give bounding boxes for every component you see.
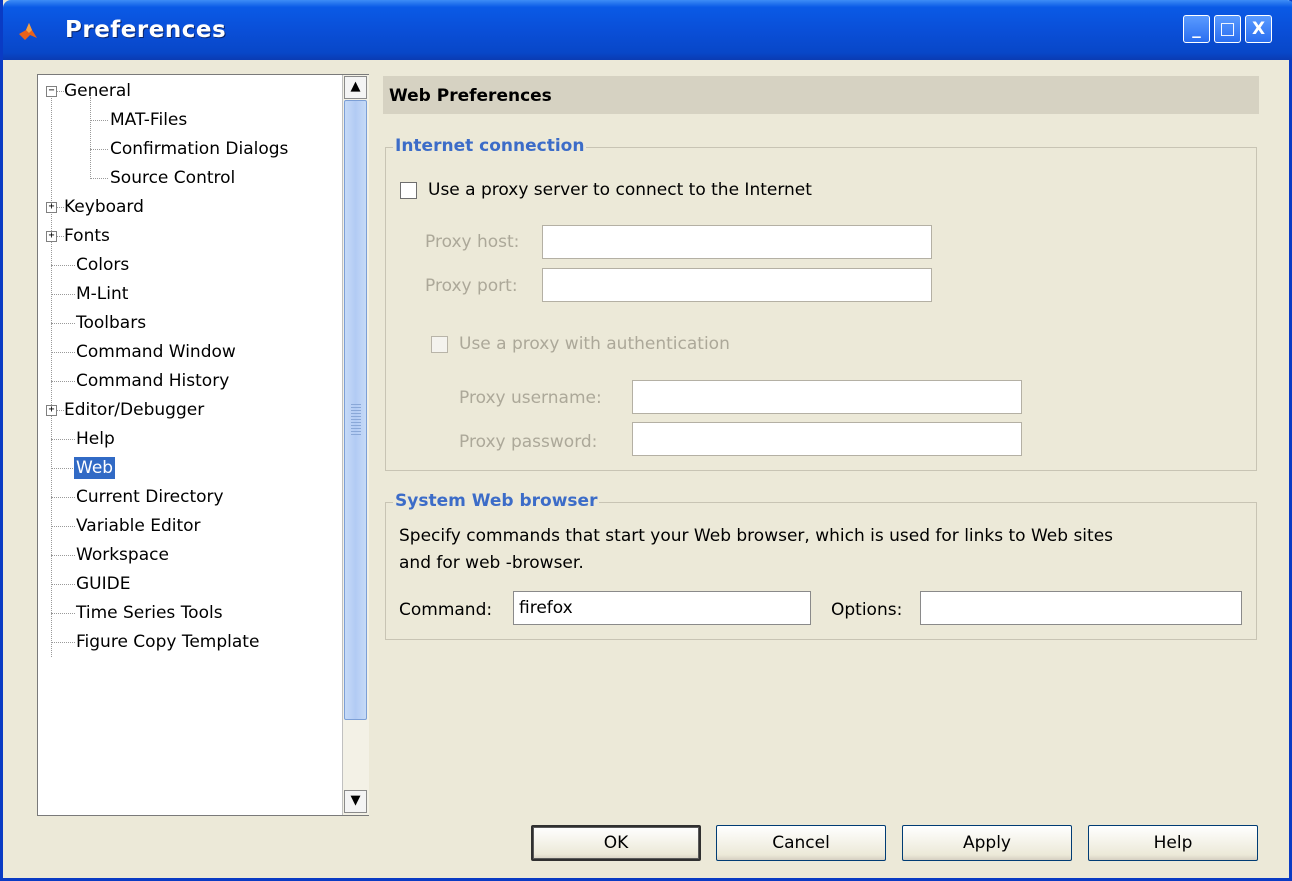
expand-toggle-keyboard[interactable]: + xyxy=(46,202,57,213)
tree-line xyxy=(51,294,75,295)
matlab-logo-icon xyxy=(19,23,37,40)
tree-item-workspace[interactable]: Workspace xyxy=(74,544,171,566)
panel-header: Web Preferences xyxy=(383,76,1259,114)
tree-item-time-series-tools[interactable]: Time Series Tools xyxy=(74,602,225,624)
tree-item-confirmation-dialogs[interactable]: Confirmation Dialogs xyxy=(108,138,290,160)
system-web-browser-title: System Web browser xyxy=(393,491,600,511)
tree-item-variable-editor[interactable]: Variable Editor xyxy=(74,515,203,537)
window-title: Preferences xyxy=(65,17,227,43)
tree-item-colors[interactable]: Colors xyxy=(74,254,131,276)
title-bar[interactable]: Preferences _ □ X xyxy=(3,0,1292,60)
cancel-button[interactable]: Cancel xyxy=(716,825,886,861)
use-auth-label[interactable]: Use a proxy with authentication xyxy=(459,334,730,354)
scroll-grip-icon xyxy=(351,404,361,436)
proxy-host-label: Proxy host: xyxy=(425,232,520,252)
tree-item-help[interactable]: Help xyxy=(74,428,117,450)
tree-item-web[interactable]: Web xyxy=(74,457,116,479)
tree-item-general[interactable]: General xyxy=(62,80,133,102)
proxy-host-field[interactable] xyxy=(542,225,932,259)
tree-line xyxy=(51,642,75,643)
tree-item-editor-debugger[interactable]: Editor/Debugger xyxy=(62,399,206,421)
tree-line xyxy=(51,497,75,498)
browser-description-line2: and for web -browser. xyxy=(399,553,584,573)
browser-description-line1: Specify commands that start your Web bro… xyxy=(399,526,1114,546)
tree-line xyxy=(51,613,75,614)
tree-line xyxy=(90,149,108,150)
tree-item-keyboard[interactable]: Keyboard xyxy=(62,196,146,218)
scroll-down-button[interactable]: ▼ xyxy=(344,790,367,813)
scroll-up-button[interactable]: ▲ xyxy=(344,76,367,99)
scroll-thumb[interactable] xyxy=(344,100,367,720)
expand-toggle-fonts[interactable]: + xyxy=(46,231,57,242)
tree-line xyxy=(90,97,91,179)
options-label: Options: xyxy=(831,600,903,620)
proxy-username-field[interactable] xyxy=(632,380,1022,414)
tree-item-guide[interactable]: GUIDE xyxy=(74,573,132,595)
close-button[interactable]: X xyxy=(1245,15,1272,43)
command-field[interactable]: firefox xyxy=(513,591,811,625)
minimize-button[interactable]: _ xyxy=(1183,15,1210,43)
use-proxy-checkbox[interactable] xyxy=(400,182,417,199)
preferences-tree[interactable]: − + + + General MAT-Files Confirmation D… xyxy=(37,74,369,816)
panel-title: Web Preferences xyxy=(389,86,552,106)
tree-item-command-history[interactable]: Command History xyxy=(74,370,231,392)
tree-item-current-directory[interactable]: Current Directory xyxy=(74,486,226,508)
tree-item-source-control[interactable]: Source Control xyxy=(108,167,237,189)
tree-item-fonts[interactable]: Fonts xyxy=(62,225,112,247)
tree-line xyxy=(51,323,75,324)
options-field[interactable] xyxy=(920,591,1242,625)
tree-item-command-window[interactable]: Command Window xyxy=(74,341,238,363)
tree-line xyxy=(51,95,52,657)
tree-item-mat-files[interactable]: MAT-Files xyxy=(108,109,189,131)
tree-line xyxy=(51,381,75,382)
proxy-password-field[interactable] xyxy=(632,422,1022,456)
preferences-window: Preferences _ □ X − + + + General MAT-Fi… xyxy=(0,0,1292,881)
proxy-port-label: Proxy port: xyxy=(425,276,518,296)
tree-line xyxy=(90,120,108,121)
help-button[interactable]: Help xyxy=(1088,825,1258,861)
tree-line xyxy=(90,178,108,179)
proxy-password-label: Proxy password: xyxy=(459,432,598,452)
apply-button[interactable]: Apply xyxy=(902,825,1072,861)
tree-item-figure-copy-template[interactable]: Figure Copy Template xyxy=(74,631,261,653)
expand-toggle-editor-debugger[interactable]: + xyxy=(46,405,57,416)
tree-item-m-lint[interactable]: M-Lint xyxy=(74,283,130,305)
tree-line xyxy=(51,265,75,266)
tree-line xyxy=(51,439,75,440)
tree-line xyxy=(51,468,75,469)
internet-connection-title: Internet connection xyxy=(393,136,587,156)
tree-line xyxy=(51,352,75,353)
tree-line xyxy=(51,526,75,527)
tree-line xyxy=(51,555,75,556)
maximize-button[interactable]: □ xyxy=(1214,15,1241,43)
tree-line xyxy=(51,584,75,585)
collapse-toggle-general[interactable]: − xyxy=(46,86,57,97)
proxy-username-label: Proxy username: xyxy=(459,388,602,408)
tree-scrollbar[interactable]: ▲ ▼ xyxy=(342,75,369,815)
tree-item-toolbars[interactable]: Toolbars xyxy=(74,312,148,334)
ok-button[interactable]: OK xyxy=(531,825,701,861)
use-proxy-label[interactable]: Use a proxy server to connect to the Int… xyxy=(428,180,812,200)
use-auth-checkbox[interactable] xyxy=(431,336,448,353)
proxy-port-field[interactable] xyxy=(542,268,932,302)
command-label: Command: xyxy=(399,600,493,620)
